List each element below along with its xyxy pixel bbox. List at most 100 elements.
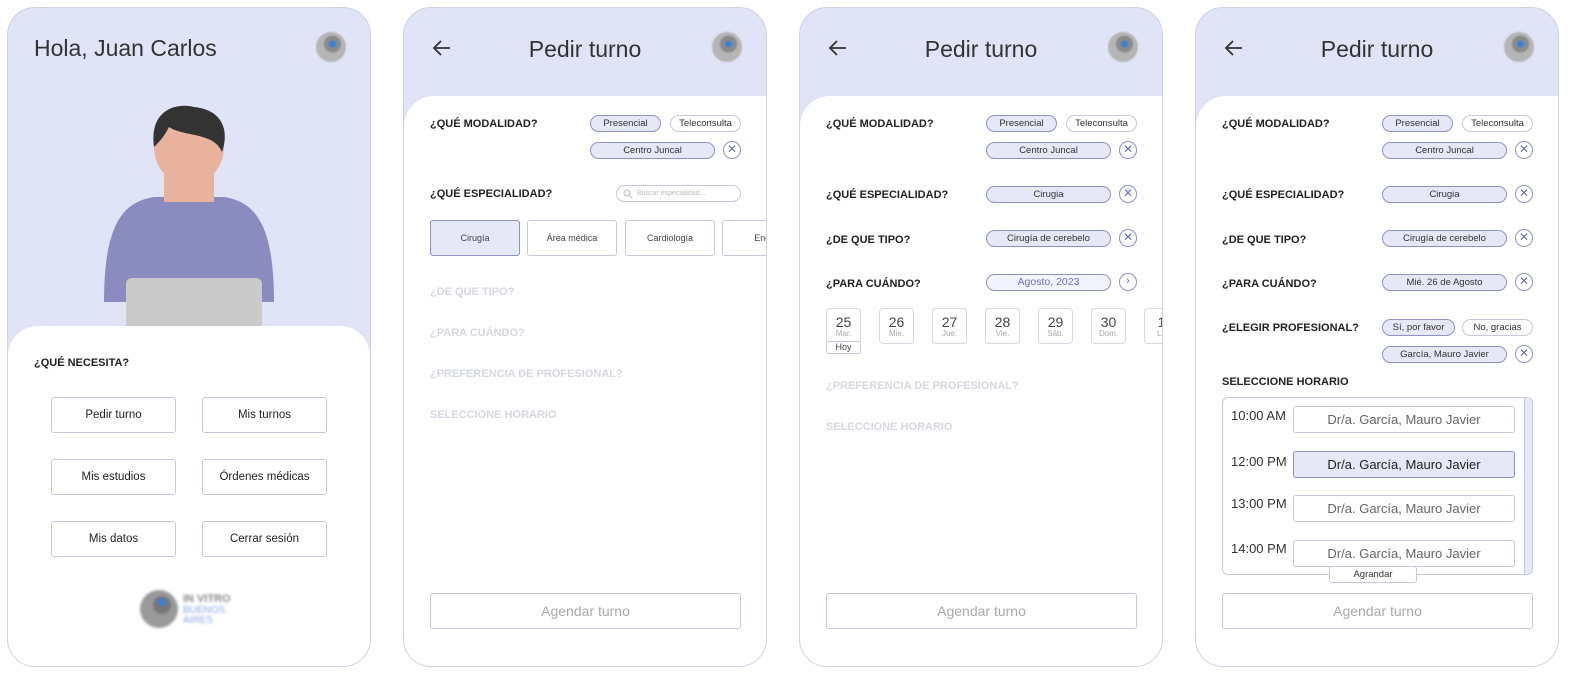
modalidad-label: ¿QUÉ MODALIDAD? xyxy=(1222,118,1330,130)
specialty-card[interactable]: Endos xyxy=(722,220,766,256)
presencial-chip[interactable]: Presencial xyxy=(590,115,661,132)
tipo-label: ¿DE QUE TIPO? xyxy=(1222,234,1307,246)
especialidad-label: ¿QUÉ ESPECIALIDAD? xyxy=(430,188,553,200)
day-weekday: Jue. xyxy=(941,329,958,338)
slot-button[interactable]: Dr/a. García, Mauro Javier xyxy=(1293,451,1515,478)
clear-specialty-icon[interactable]: ✕ xyxy=(1119,185,1137,203)
avatar-icon[interactable] xyxy=(712,32,742,62)
specialty-card[interactable]: Área médica xyxy=(527,220,617,256)
next-month-icon[interactable]: › xyxy=(1119,273,1137,291)
svg-text:AIRES: AIRES xyxy=(183,615,213,626)
day-number: 28 xyxy=(994,314,1011,330)
teleconsulta-chip[interactable]: Teleconsulta xyxy=(1066,115,1137,132)
schedule-scrollbar[interactable] xyxy=(1524,398,1532,574)
request-appointment-button[interactable]: Pedir turno xyxy=(51,397,176,433)
tipo-label: ¿DE QUE TIPO? xyxy=(430,286,515,298)
slot-button[interactable]: Dr/a. García, Mauro Javier xyxy=(1293,540,1515,567)
slot-time: 14:00 PM xyxy=(1231,541,1287,556)
modalidad-label: ¿QUÉ MODALIDAD? xyxy=(430,118,538,130)
clear-type-icon[interactable]: ✕ xyxy=(1119,229,1137,247)
request-screen-step1: Pedir turno ¿QUÉ MODALIDAD? Presencial T… xyxy=(403,7,767,667)
month-selector[interactable]: Agosto, 2023 xyxy=(986,274,1111,291)
day-number: 27 xyxy=(941,314,958,330)
my-appointments-button[interactable]: Mis turnos xyxy=(202,397,327,433)
day-button[interactable]: 1Lu xyxy=(1144,308,1162,344)
user-illustration xyxy=(104,105,274,332)
schedule-button[interactable]: Agendar turno xyxy=(430,593,741,629)
no-professional-chip[interactable]: No, gracias xyxy=(1462,319,1533,336)
day-weekday: Lu xyxy=(1157,329,1162,338)
day-weekday: Mie. xyxy=(888,329,905,338)
presencial-chip[interactable]: Presencial xyxy=(1382,115,1453,132)
in-vitro-logo: IN VITRO BUENOS AIRES xyxy=(140,590,231,628)
day-number: 25 xyxy=(835,314,852,330)
day-button[interactable]: 30 Dom. xyxy=(1091,308,1126,344)
day-button[interactable]: 25 Mar. xyxy=(826,308,861,344)
teleconsulta-chip[interactable]: Teleconsulta xyxy=(670,115,741,132)
date-chip[interactable]: Mié. 26 de Agosto xyxy=(1382,274,1507,291)
avatar-icon[interactable] xyxy=(1108,32,1138,62)
my-studies-button[interactable]: Mis estudios xyxy=(51,459,176,495)
cuando-label: ¿PARA CUÁNDO? xyxy=(1222,278,1317,290)
day-weekday: Mar. xyxy=(835,329,852,338)
expand-button[interactable]: Agrandar xyxy=(1329,566,1417,583)
avatar-icon[interactable] xyxy=(316,32,346,62)
day-number: 1 xyxy=(1145,315,1162,329)
day-button[interactable]: 26 Mie. xyxy=(879,308,914,344)
type-chip[interactable]: Cirugía de cerebelo xyxy=(986,230,1111,247)
day-weekday: Sáb. xyxy=(1047,329,1064,338)
horario-label: SELECCIONE HORARIO xyxy=(1222,376,1349,388)
avatar-icon[interactable] xyxy=(1504,32,1534,62)
teleconsulta-chip[interactable]: Teleconsulta xyxy=(1462,115,1533,132)
schedule-button[interactable]: Agendar turno xyxy=(1222,593,1533,629)
search-placeholder: Buscar especialidad... xyxy=(637,190,706,197)
slot-time: 10:00 AM xyxy=(1231,408,1286,423)
clear-professional-icon[interactable]: ✕ xyxy=(1515,345,1533,363)
day-weekday: Vie. xyxy=(995,329,1010,338)
modalidad-label: ¿QUÉ MODALIDAD? xyxy=(826,118,934,130)
logout-button[interactable]: Cerrar sesión xyxy=(202,521,327,557)
preferencia-label: ¿PREFERENCIA DE PROFESIONAL? xyxy=(826,380,1019,392)
schedule-button[interactable]: Agendar turno xyxy=(826,593,1137,629)
clear-center-icon[interactable]: ✕ xyxy=(1515,141,1533,159)
home-screen: Hola, Juan Carlos ¿QUÉ NECESITA? Pedir t… xyxy=(7,7,371,667)
cuando-label: ¿PARA CUÁNDO? xyxy=(826,278,921,290)
slot-button[interactable]: Dr/a. García, Mauro Javier xyxy=(1293,495,1515,522)
medical-orders-button[interactable]: Órdenes médicas xyxy=(202,459,327,495)
clear-center-icon[interactable]: ✕ xyxy=(1119,141,1137,159)
professional-chip[interactable]: García, Mauro Javier xyxy=(1382,346,1507,363)
horario-label: SELECCIONE HORARIO xyxy=(430,409,557,421)
cuando-label: ¿PARA CUÁNDO? xyxy=(430,327,525,339)
day-button[interactable]: 28 Vie. xyxy=(985,308,1020,344)
specialty-search-input[interactable]: Buscar especialidad... xyxy=(616,185,741,202)
svg-text:IN VITRO: IN VITRO xyxy=(183,593,231,605)
my-data-button[interactable]: Mis datos xyxy=(51,521,176,557)
clear-type-icon[interactable]: ✕ xyxy=(1515,229,1533,247)
center-chip[interactable]: Centro Juncal xyxy=(1382,142,1507,159)
center-chip[interactable]: Centro Juncal xyxy=(986,142,1111,159)
request-screen-step2: Pedir turno ¿QUÉ MODALIDAD? Presencial T… xyxy=(799,7,1163,667)
tipo-label: ¿DE QUE TIPO? xyxy=(826,234,911,246)
clear-specialty-icon[interactable]: ✕ xyxy=(1515,185,1533,203)
greeting: Hola, Juan Carlos xyxy=(34,35,217,61)
yes-professional-chip[interactable]: Sí, por favor xyxy=(1382,319,1455,336)
slot-time: 12:00 PM xyxy=(1231,454,1287,469)
especialidad-label: ¿QUÉ ESPECIALIDAD? xyxy=(1222,189,1345,201)
form-sheet xyxy=(404,96,766,666)
clear-date-icon[interactable]: ✕ xyxy=(1515,273,1533,291)
day-button[interactable]: 29 Sáb. xyxy=(1038,308,1073,344)
day-button[interactable]: 27 Jue. xyxy=(932,308,967,344)
type-chip[interactable]: Cirugía de cerebelo xyxy=(1382,230,1507,247)
day-number: 26 xyxy=(888,314,905,330)
specialty-card[interactable]: Cardiología xyxy=(625,220,715,256)
request-screen-step3: Pedir turno ¿QUÉ MODALIDAD? Presencial T… xyxy=(1195,7,1559,667)
specialty-card[interactable]: Cirugía xyxy=(430,220,520,256)
specialty-chip[interactable]: Cirugia xyxy=(1382,186,1507,203)
center-chip[interactable]: Centro Juncal xyxy=(590,142,715,159)
specialty-chip[interactable]: Cirugia xyxy=(986,186,1111,203)
schedule-list[interactable]: 10:00 AM Dr/a. García, Mauro Javier 12:0… xyxy=(1222,397,1533,575)
clear-center-icon[interactable]: ✕ xyxy=(723,141,741,159)
presencial-chip[interactable]: Presencial xyxy=(986,115,1057,132)
day-weekday: Dom. xyxy=(1098,329,1119,338)
slot-button[interactable]: Dr/a. García, Mauro Javier xyxy=(1293,406,1515,433)
